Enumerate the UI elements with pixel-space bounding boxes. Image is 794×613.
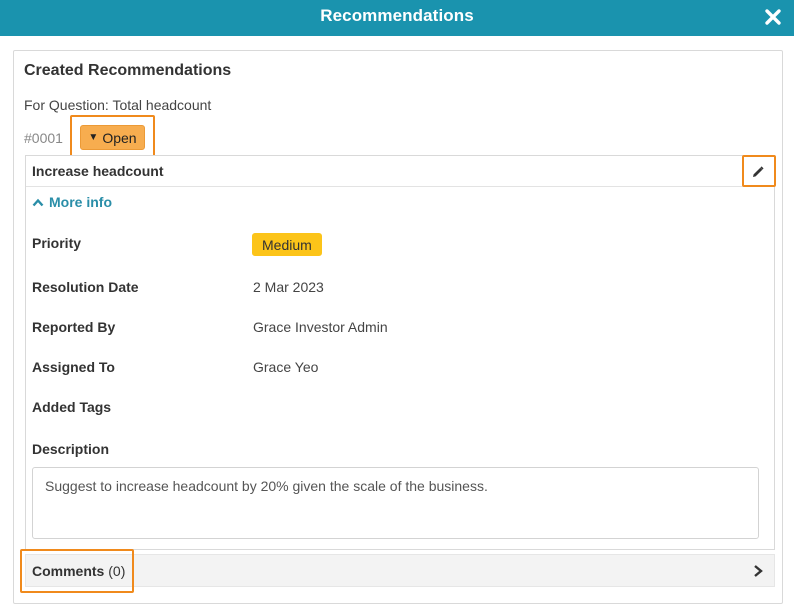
panel-title: Created Recommendations [24,62,232,79]
edit-button[interactable] [748,162,768,182]
recommendation-card-header: Increase headcount [26,156,774,187]
caret-down-icon: ▼ [88,132,99,143]
question-line: For Question: Total headcount [24,97,212,113]
assigned-to-label: Assigned To [32,359,115,375]
status-dropdown-button[interactable]: ▼ Open [80,125,145,150]
more-info-label: More info [49,194,112,210]
recommendations-panel: Created Recommendations For Question: To… [13,50,783,604]
more-info-toggle[interactable]: More info [32,194,112,210]
resolution-date-value: 2 Mar 2023 [253,279,324,295]
chevron-right-icon [754,565,763,577]
description-textarea[interactable]: Suggest to increase headcount by 20% giv… [32,467,759,539]
priority-label: Priority [32,235,82,251]
chevron-up-icon [32,198,44,206]
comments-count: (0) [108,563,126,579]
recommendation-card: Increase headcount More info Priority Me… [25,155,775,550]
modal-title: Recommendations [320,6,474,25]
status-label: Open [102,129,137,146]
reported-by-value: Grace Investor Admin [253,319,388,335]
reported-by-label: Reported By [32,319,116,335]
recommendation-title: Increase headcount [32,163,164,179]
description-label: Description [32,441,110,457]
close-icon[interactable] [764,8,782,26]
comments-title: Comments [32,563,105,579]
added-tags-label: Added Tags [32,399,112,415]
modal-header: Recommendations [0,0,794,36]
priority-badge: Medium [252,233,322,256]
assigned-to-value: Grace Yeo [253,359,319,375]
pencil-icon [753,166,764,177]
comments-section-toggle[interactable]: Comments (0) [25,554,775,587]
resolution-date-label: Resolution Date [32,279,139,295]
comments-label: Comments (0) [32,563,125,579]
recommendation-number: #0001 [24,130,63,146]
